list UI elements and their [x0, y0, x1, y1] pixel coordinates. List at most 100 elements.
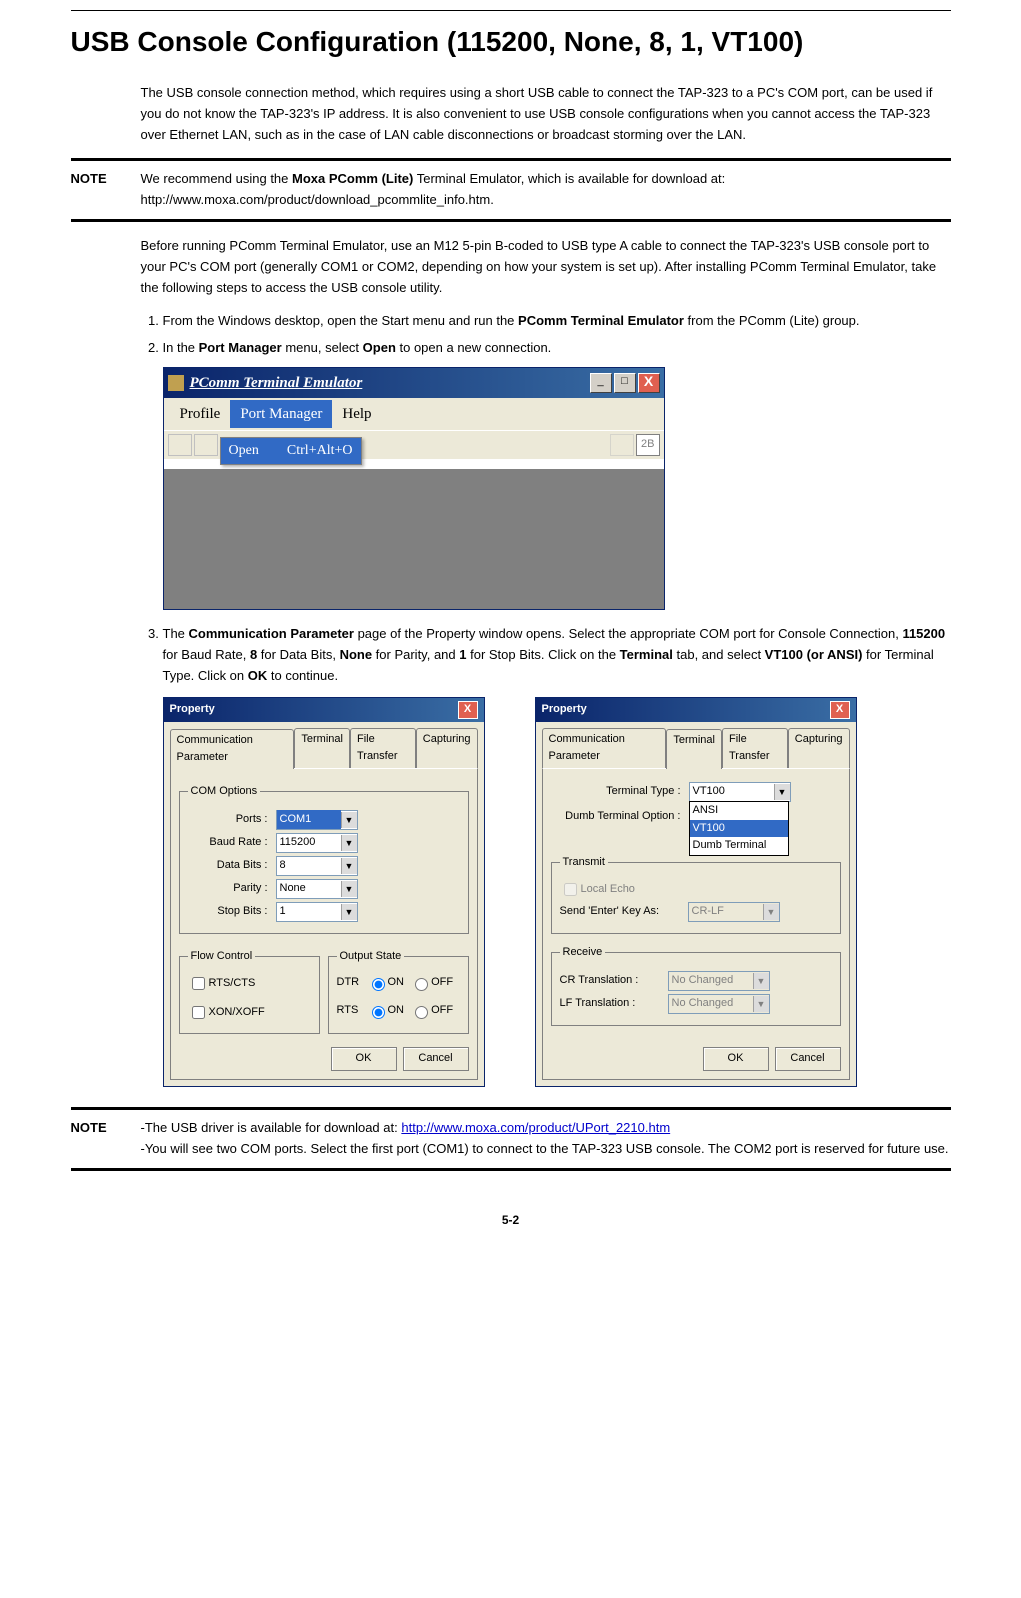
ok-button[interactable]: OK: [703, 1047, 769, 1071]
s1bold: PComm Terminal Emulator: [518, 313, 684, 328]
cr-value: No Changed: [669, 971, 753, 991]
rtscts-checkbox[interactable]: [192, 977, 205, 990]
termtype-options: ANSI VT100 Dumb Terminal: [689, 801, 789, 856]
dtr-on-radio[interactable]: [372, 978, 385, 991]
tab-terminal[interactable]: Terminal: [666, 729, 722, 769]
chevron-down-icon[interactable]: ▼: [341, 904, 357, 920]
titlebar[interactable]: PComm Terminal Emulator _ □ X: [164, 368, 664, 398]
dialog-title-text: Property: [542, 701, 587, 719]
note-label: NOTE: [71, 169, 141, 211]
toolbar-num: 2B: [636, 434, 659, 456]
s2a: In the: [163, 340, 199, 355]
stop-combo[interactable]: 1▼: [276, 902, 358, 922]
label-stop: Stop Bits :: [188, 903, 268, 921]
data-value: 8: [277, 856, 341, 876]
ok-button[interactable]: OK: [331, 1047, 397, 1071]
toolbar-button-3[interactable]: [610, 434, 634, 456]
tab-panel-comm: COM Options Ports : COM1▼ Baud Rate : 11…: [170, 768, 478, 1080]
chevron-down-icon: ▼: [763, 904, 779, 920]
dialog-close-button[interactable]: X: [830, 701, 850, 719]
menubar: Profile Port Manager Help: [164, 398, 664, 430]
option-vt100[interactable]: VT100: [690, 820, 788, 838]
chevron-down-icon[interactable]: ▼: [341, 858, 357, 874]
window-title: PComm Terminal Emulator: [190, 371, 588, 395]
menu-item-open-shortcut: Ctrl+Alt+O: [287, 440, 353, 462]
close-button[interactable]: X: [638, 373, 660, 393]
cancel-button[interactable]: Cancel: [775, 1047, 841, 1071]
tab-file-transfer[interactable]: File Transfer: [350, 728, 416, 768]
page-title: USB Console Configuration (115200, None,…: [71, 21, 951, 63]
parity-combo[interactable]: None▼: [276, 879, 358, 899]
note-box-1: NOTE We recommend using the Moxa PComm (…: [71, 158, 951, 222]
chevron-down-icon[interactable]: ▼: [341, 835, 357, 851]
termtype-value: VT100: [690, 782, 774, 802]
option-ansi[interactable]: ANSI: [690, 802, 788, 820]
termtype-combo[interactable]: VT100 ▼: [689, 782, 791, 802]
label-ports: Ports :: [188, 811, 268, 829]
dtr-off-radio[interactable]: [415, 978, 428, 991]
note2-link[interactable]: http://www.moxa.com/product/UPort_2210.h…: [401, 1120, 670, 1135]
xonxoff-checkbox[interactable]: [192, 1006, 205, 1019]
s3g: tab, and select: [673, 647, 765, 662]
s3b6: Terminal: [620, 647, 673, 662]
ports-value: COM1: [277, 810, 341, 830]
menu-port-manager[interactable]: Port Manager: [230, 400, 332, 428]
paragraph-2: Before running PComm Terminal Emulator, …: [141, 236, 951, 298]
toolbar-button-2[interactable]: [194, 434, 218, 456]
tabstrip: Communication Parameter Terminal File Tr…: [164, 722, 484, 768]
s3b8: OK: [248, 668, 268, 683]
chevron-down-icon[interactable]: ▼: [341, 812, 357, 828]
menu-item-open[interactable]: Open Ctrl+Alt+O: [221, 438, 361, 464]
tab-panel-terminal: Terminal Type : VT100 ▼ ANSI VT100 Dumb …: [542, 768, 850, 1080]
flow-legend: Flow Control: [188, 948, 256, 966]
label-sendenter: Send 'Enter' Key As:: [560, 903, 680, 921]
note1-bold: Moxa PComm (Lite): [292, 171, 413, 186]
output-legend: Output State: [337, 948, 405, 966]
rts-on-radio[interactable]: [372, 1006, 385, 1019]
note-label: NOTE: [71, 1118, 141, 1160]
tab-file-transfer[interactable]: File Transfer: [722, 728, 788, 768]
cancel-button[interactable]: Cancel: [403, 1047, 469, 1071]
tab-communication-parameter[interactable]: Communication Parameter: [542, 728, 667, 768]
chevron-down-icon[interactable]: ▼: [341, 881, 357, 897]
option-dumb[interactable]: Dumb Terminal: [690, 837, 788, 855]
label-parity: Parity :: [188, 880, 268, 898]
tab-capturing[interactable]: Capturing: [788, 728, 850, 768]
dialog-title[interactable]: Property X: [164, 698, 484, 722]
toolbar-button-1[interactable]: [168, 434, 192, 456]
chevron-down-icon: ▼: [753, 973, 769, 989]
s3b1: Communication Parameter: [189, 626, 354, 641]
note-body: We recommend using the Moxa PComm (Lite)…: [141, 169, 951, 211]
tab-communication-parameter[interactable]: Communication Parameter: [170, 729, 295, 769]
s3b2: 115200: [902, 626, 945, 641]
label-termtype: Terminal Type :: [551, 783, 681, 801]
property-dialog-comm: Property X Communication Parameter Termi…: [163, 697, 485, 1087]
intro-paragraph: The USB console connection method, which…: [141, 83, 951, 145]
rts-off-radio[interactable]: [415, 1006, 428, 1019]
dialog-title[interactable]: Property X: [536, 698, 856, 722]
chevron-down-icon[interactable]: ▼: [774, 784, 790, 800]
app-icon: [168, 375, 184, 391]
sendenter-combo: CR-LF▼: [688, 902, 780, 922]
menu-profile[interactable]: Profile: [170, 400, 231, 428]
s3i: to continue.: [267, 668, 338, 683]
output-state-group: Output State DTR ON OFF RTS ON OFF: [328, 948, 469, 1035]
dialog-close-button[interactable]: X: [458, 701, 478, 719]
lf-value: No Changed: [669, 994, 753, 1014]
ports-combo[interactable]: COM1▼: [276, 810, 358, 830]
s3b7: VT100 (or ANSI): [765, 647, 863, 662]
lf-combo: No Changed▼: [668, 994, 770, 1014]
data-combo[interactable]: 8▼: [276, 856, 358, 876]
localecho-label: Local Echo: [581, 881, 635, 899]
s3d: for Data Bits,: [257, 647, 339, 662]
receive-legend: Receive: [560, 944, 606, 962]
off-label: OFF: [431, 974, 453, 992]
minimize-button[interactable]: _: [590, 373, 612, 393]
menu-help[interactable]: Help: [332, 400, 381, 428]
label-data: Data Bits :: [188, 857, 268, 875]
maximize-button[interactable]: □: [614, 373, 636, 393]
tab-terminal[interactable]: Terminal: [294, 728, 350, 768]
localecho-checkbox: [564, 883, 577, 896]
baud-combo[interactable]: 115200▼: [276, 833, 358, 853]
tab-capturing[interactable]: Capturing: [416, 728, 478, 768]
